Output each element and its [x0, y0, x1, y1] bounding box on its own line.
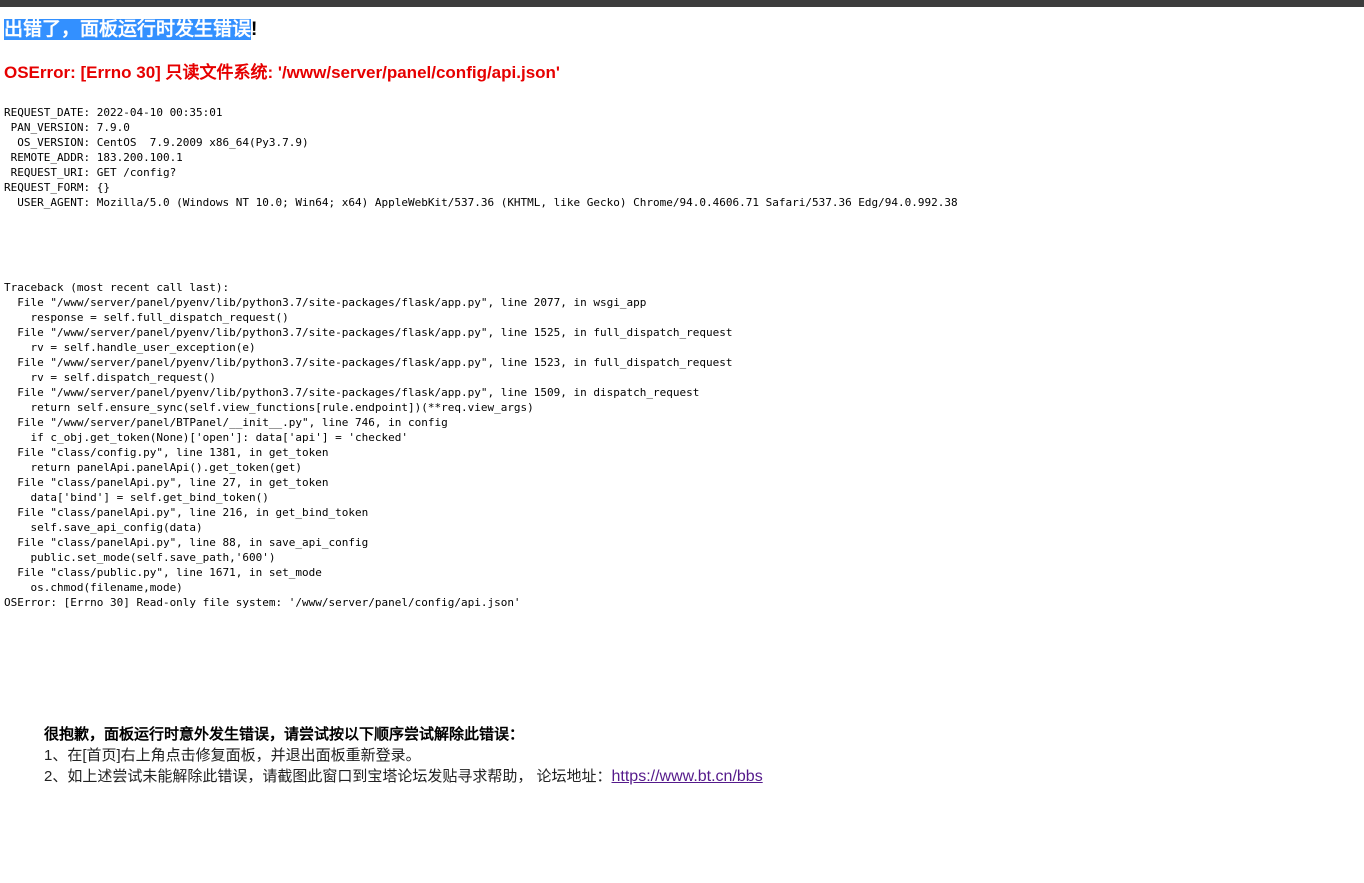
request-info-block: REQUEST_DATE: 2022-04-10 00:35:01 PAN_VE…	[4, 106, 958, 209]
page-title: 出错了，面板运行时发生错误!	[4, 18, 257, 42]
forum-link[interactable]: https://www.bt.cn/bbs	[612, 768, 763, 785]
browser-top-bar	[0, 0, 1364, 7]
help-section: 很抱歉，面板运行时意外发生错误，请尝试按以下顺序尝试解除此错误： 1、在[首页]…	[44, 724, 763, 787]
page-title-selected-text: 出错了，面板运行时发生错误	[4, 19, 252, 40]
help-step-2-text: 2、如上述尝试未能解除此错误，请截图此窗口到宝塔论坛发贴寻求帮助， 论坛地址：	[44, 768, 612, 785]
help-title: 很抱歉，面板运行时意外发生错误，请尝试按以下顺序尝试解除此错误：	[44, 726, 525, 743]
help-step-2: 2、如上述尝试未能解除此错误，请截图此窗口到宝塔论坛发贴寻求帮助， 论坛地址：h…	[44, 766, 763, 787]
error-message: OSError: [Errno 30] 只读文件系统: '/www/server…	[4, 63, 560, 82]
traceback-block: Traceback (most recent call last): File …	[4, 281, 733, 609]
help-step-1: 1、在[首页]右上角点击修复面板，并退出面板重新登录。	[44, 747, 421, 764]
page-title-tail: !	[251, 19, 258, 40]
